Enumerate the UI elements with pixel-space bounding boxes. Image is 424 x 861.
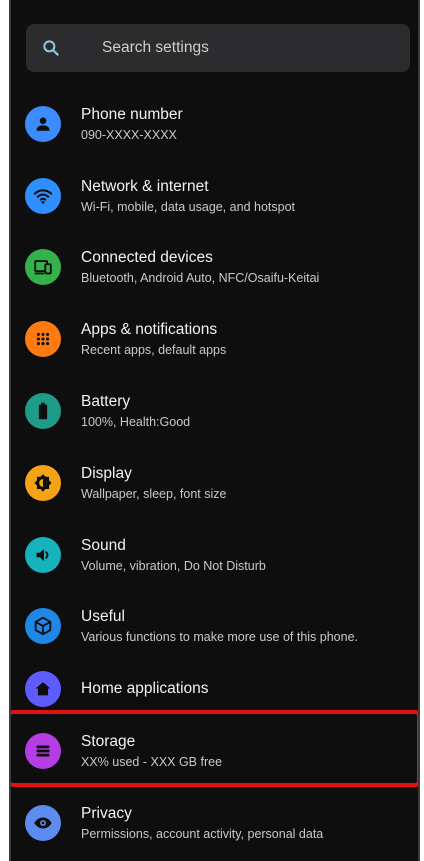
settings-item-display[interactable]: Display Wallpaper, sleep, font size xyxy=(11,454,418,514)
item-subtitle: Wi-Fi, mobile, data usage, and hotspot xyxy=(81,200,296,214)
settings-item-battery[interactable]: Battery 100%, Health:Good xyxy=(11,382,418,442)
item-title: Phone number xyxy=(81,106,183,123)
item-title: Privacy xyxy=(81,805,132,822)
item-subtitle: 100%, Health:Good xyxy=(81,415,191,429)
item-title: Connected devices xyxy=(81,249,213,266)
search-bar[interactable]: Search settings xyxy=(26,24,410,72)
search-icon xyxy=(41,38,61,58)
item-title: Display xyxy=(81,465,132,482)
item-subtitle: Various functions to make more use of th… xyxy=(81,630,359,644)
item-title: Battery xyxy=(81,393,131,410)
speaker-icon xyxy=(25,537,61,573)
settings-item-network-internet[interactable]: Network & internet Wi-Fi, mobile, data u… xyxy=(11,167,418,227)
settings-item-privacy[interactable]: Privacy Permissions, account activity, p… xyxy=(11,794,418,854)
item-subtitle: Permissions, account activity, personal … xyxy=(81,827,324,841)
settings-item-sound[interactable]: Sound Volume, vibration, Do Not Disturb xyxy=(11,526,418,586)
settings-item-useful[interactable]: Useful Various functions to make more us… xyxy=(11,597,418,657)
battery-icon xyxy=(25,393,61,429)
item-title: Home applications xyxy=(81,680,209,697)
item-title: Useful xyxy=(81,608,125,625)
item-title: Network & internet xyxy=(81,178,209,195)
storage-highlight-box xyxy=(11,710,418,787)
item-title: Sound xyxy=(81,537,126,554)
item-subtitle: Volume, vibration, Do Not Disturb xyxy=(81,559,266,573)
wifi-icon xyxy=(25,178,61,214)
brightness-icon xyxy=(25,465,61,501)
settings-screen: Search settings Phone number 090-XXXX-XX… xyxy=(9,0,420,861)
cube-icon xyxy=(25,608,61,644)
item-subtitle: 090-XXXX-XXXX xyxy=(81,128,177,142)
item-subtitle: Bluetooth, Android Auto, NFC/Osaifu-Keit… xyxy=(81,271,320,285)
settings-item-phone-number[interactable]: Phone number 090-XXXX-XXXX xyxy=(11,95,418,155)
home-icon xyxy=(25,671,61,707)
settings-item-connected-devices[interactable]: Connected devices Bluetooth, Android Aut… xyxy=(11,238,418,298)
item-subtitle: Wallpaper, sleep, font size xyxy=(81,487,227,501)
person-icon xyxy=(25,106,61,142)
settings-item-apps-notifications[interactable]: Apps & notifications Recent apps, defaul… xyxy=(11,310,418,370)
devices-icon xyxy=(25,249,61,285)
item-title: Apps & notifications xyxy=(81,321,218,338)
item-subtitle: Recent apps, default apps xyxy=(81,343,227,357)
privacy-eye-icon xyxy=(25,805,61,841)
apps-grid-icon xyxy=(25,321,61,357)
search-placeholder: Search settings xyxy=(102,39,209,56)
